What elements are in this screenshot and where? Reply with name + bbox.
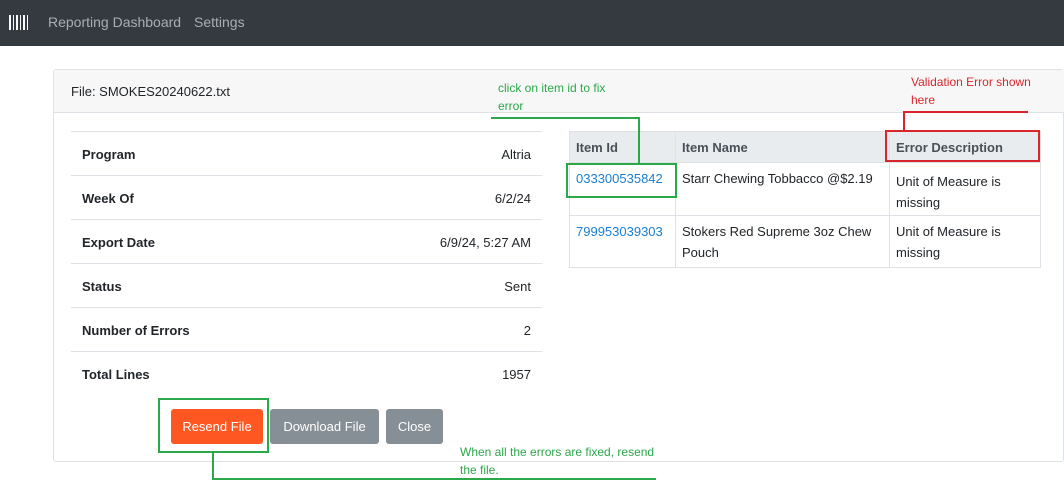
- file-title: File: SMOKES20240622.txt: [71, 84, 230, 99]
- detail-row-total-lines: Total Lines 1957: [71, 351, 542, 395]
- nav-reporting-dashboard[interactable]: Reporting Dashboard: [48, 14, 181, 30]
- detail-row-export-date: Export Date 6/9/24, 5:27 AM: [71, 219, 542, 263]
- detail-label: Total Lines: [82, 367, 150, 382]
- annotation-connector: [903, 111, 905, 132]
- top-navbar: Reporting Dashboard Settings: [0, 0, 1064, 46]
- detail-value: 1957: [502, 367, 531, 382]
- nav-settings[interactable]: Settings: [194, 14, 245, 30]
- barcode-icon[interactable]: [9, 15, 28, 30]
- detail-value: 2: [523, 323, 531, 338]
- close-button[interactable]: Close: [386, 409, 443, 444]
- detail-label: Export Date: [82, 235, 155, 250]
- detail-value: 6/9/24, 5:27 AM: [439, 235, 531, 250]
- download-file-button[interactable]: Download File: [270, 409, 379, 444]
- table-cell-item-id: 799953039303: [569, 215, 676, 268]
- column-header-item-name: Item Name: [675, 131, 890, 163]
- detail-label: Number of Errors: [82, 323, 190, 338]
- annotation-connector: [638, 117, 640, 164]
- detail-row-week-of: Week Of 6/2/24: [71, 175, 542, 219]
- detail-label: Program: [82, 147, 136, 162]
- detail-value: 6/2/24: [494, 191, 531, 206]
- annotation-connector: [212, 451, 214, 480]
- detail-row-program: Program Altria: [71, 131, 542, 175]
- detail-label: Status: [82, 279, 122, 294]
- table-cell-error: Unit of Measure is missing: [889, 215, 1041, 268]
- table-cell-item-name: Starr Chewing Tobbacco @$2.19: [675, 162, 890, 216]
- annotation-validation-error: Validation Error shown here: [911, 75, 1031, 107]
- annotation-underline: [903, 111, 1028, 113]
- annotation-highlight-error-description: [885, 130, 1040, 162]
- detail-value: Altria: [501, 147, 531, 162]
- detail-row-number-of-errors: Number of Errors 2: [71, 307, 542, 351]
- table-cell-item-name: Stokers Red Supreme 3oz Chew Pouch: [675, 215, 890, 268]
- annotation-underline: [491, 117, 640, 119]
- annotation-resend-file: When all the errors are fixed, resend th…: [460, 445, 655, 477]
- annotation-highlight-resend: [158, 398, 269, 453]
- table-cell-error: Unit of Measure is missing: [889, 162, 1041, 216]
- detail-value: Sent: [504, 279, 531, 294]
- column-header-item-id: Item Id: [569, 131, 676, 163]
- annotation-highlight-item-id: [566, 163, 677, 198]
- annotation-click-item-id: click on item id to fix error: [498, 81, 606, 113]
- detail-row-status: Status Sent: [71, 263, 542, 307]
- item-id-link[interactable]: 799953039303: [576, 224, 663, 239]
- detail-label: Week Of: [82, 191, 134, 206]
